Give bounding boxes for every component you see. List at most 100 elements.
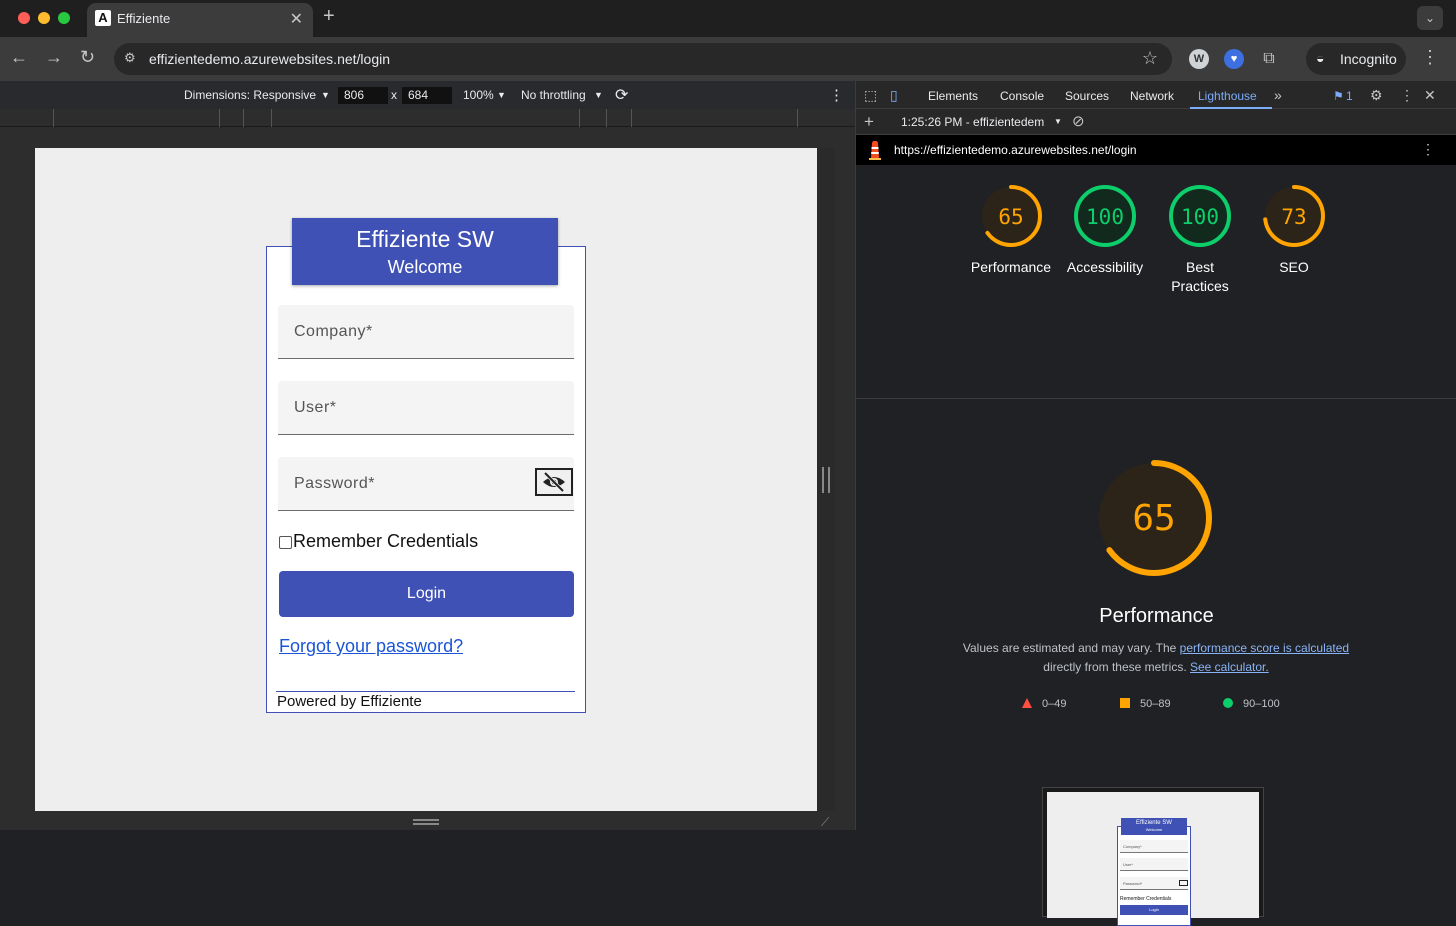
extension-w-icon[interactable]: W (1189, 49, 1209, 69)
address-bar[interactable]: ⚙ effizientedemo.azurewebsites.net/login… (114, 43, 1172, 75)
section-divider (856, 398, 1456, 399)
user-field[interactable]: User* (278, 381, 574, 435)
report-url[interactable]: https://effizientedemo.azurewebsites.net… (894, 143, 1137, 157)
performance-description: Values are estimated and may vary. The p… (916, 639, 1396, 677)
gauge-seo[interactable]: 73 SEO (1249, 183, 1339, 277)
throttling-chevron-icon[interactable]: ▼ (594, 90, 603, 100)
close-window-button[interactable] (18, 12, 30, 24)
throttling-dropdown[interactable]: No throttling (521, 88, 586, 102)
url-text[interactable]: effizientedemo.azurewebsites.net/login (149, 51, 390, 67)
score-performance-value: 65 (998, 205, 1023, 229)
thumb-title: Effiziente SW (1136, 820, 1172, 826)
see-calculator-link[interactable]: See calculator. (1190, 660, 1269, 674)
forward-arrow-icon[interactable]: → (45, 47, 63, 68)
tab-console[interactable]: Console (1000, 89, 1044, 103)
site-info-icon[interactable]: ⚙ (124, 50, 142, 68)
remember-checkbox[interactable] (279, 536, 292, 549)
dimensions-dropdown[interactable]: Dimensions: Responsive (184, 88, 316, 102)
emulated-page-viewport: Effiziente SW Welcome Company* User* Pas… (35, 148, 817, 811)
resize-corner-handle[interactable]: ⟋ (821, 815, 829, 830)
rotate-icon[interactable]: ⟳ (615, 85, 628, 105)
issues-icon[interactable]: ⚑ (1333, 89, 1344, 103)
issues-count[interactable]: 1 (1346, 89, 1353, 103)
width-input[interactable]: 806 (338, 87, 388, 104)
browser-menu-icon[interactable]: ⋮ (1421, 47, 1439, 68)
close-devtools-icon[interactable]: ✕ (1424, 87, 1436, 104)
more-tabs-icon[interactable]: » (1274, 87, 1282, 103)
device-toggle-icon[interactable]: ▯ (890, 87, 898, 104)
toggle-password-visibility-button[interactable] (535, 468, 573, 496)
gauge-accessibility[interactable]: 100 Accessibility (1060, 183, 1150, 277)
resize-width-handle[interactable] (822, 467, 830, 493)
zoom-dropdown[interactable]: 100% (463, 88, 494, 102)
forgot-password-link[interactable]: Forgot your password? (279, 636, 463, 657)
thumb-password-field: Password* (1120, 877, 1188, 890)
remember-label[interactable]: Remember Credentials (293, 531, 478, 552)
settings-gear-icon[interactable]: ⚙ (1370, 87, 1383, 104)
thumbnail-page: Effiziente SW Welcome Company* User* Pas… (1047, 792, 1259, 926)
close-tab-icon[interactable]: ✕ (290, 9, 303, 29)
back-arrow-icon[interactable]: ← (10, 47, 28, 68)
device-emulation-pane: Dimensions: Responsive ▼ 806 x 684 100% … (0, 81, 855, 830)
media-query-ruler[interactable] (0, 109, 855, 127)
incognito-chip[interactable]: ◒ Incognito (1306, 43, 1406, 75)
report-menu-icon[interactable]: ⋮ (1421, 141, 1435, 158)
extensions-puzzle-icon[interactable]: ⧉ (1259, 49, 1279, 69)
minimize-window-button[interactable] (38, 12, 50, 24)
clear-reports-icon[interactable]: ⊘ (1072, 112, 1085, 130)
gauge-ring-seo: 73 (1263, 185, 1325, 247)
resize-height-handle[interactable] (413, 819, 439, 825)
tab-network[interactable]: Network (1130, 89, 1174, 103)
tab-strip: A Effiziente ✕ + ⌄ (0, 0, 1456, 37)
password-placeholder: Password* (294, 475, 375, 492)
reload-icon[interactable]: ↻ (80, 47, 95, 68)
desc-text-2: directly from these metrics. (1043, 660, 1190, 674)
incognito-label: Incognito (1340, 51, 1397, 67)
welcome-subtitle: Welcome (387, 257, 463, 277)
tab-search-chevron-icon[interactable]: ⌄ (1417, 6, 1443, 30)
devtools-menu-icon[interactable]: ⋮ (1400, 87, 1414, 104)
gauge-performance[interactable]: 65 Performance (966, 183, 1056, 277)
gauge-best-practices[interactable]: 100 Best Practices (1155, 183, 1245, 296)
score-accessibility-value: 100 (1086, 205, 1124, 229)
performance-heading: Performance (1099, 605, 1214, 627)
thumb-remember: Remember Credentials (1120, 896, 1172, 902)
new-report-icon[interactable]: + (864, 112, 874, 132)
tab-lighthouse[interactable]: Lighthouse (1198, 89, 1257, 103)
device-toolbar-menu-icon[interactable]: ⋮ (829, 86, 844, 104)
report-selector[interactable]: 1:25:26 PM - effizientedem (901, 115, 1044, 129)
user-placeholder: User* (294, 399, 337, 416)
score-calculated-link[interactable]: performance score is calculated (1180, 641, 1349, 655)
company-field[interactable]: Company* (278, 305, 574, 359)
maximize-window-button[interactable] (58, 12, 70, 24)
login-card-header: Effiziente SW Welcome (292, 218, 558, 285)
browser-tab[interactable]: A Effiziente ✕ (87, 3, 313, 37)
powered-by-footer: Powered by Effiziente (277, 693, 422, 710)
fail-triangle-icon (1022, 698, 1032, 708)
thumb-header: Effiziente SW Welcome (1121, 818, 1187, 835)
gauge-label-accessibility: Accessibility (1066, 259, 1144, 275)
thumb-company-field: Company* (1120, 840, 1188, 853)
password-manager-icon[interactable]: ♥ (1224, 49, 1244, 69)
company-placeholder: Company* (294, 323, 373, 340)
zoom-chevron-icon[interactable]: ▼ (497, 90, 506, 100)
height-input[interactable]: 684 (402, 87, 452, 104)
browser-toolbar: ← → ↻ ⚙ effizientedemo.azurewebsites.net… (0, 37, 1456, 81)
new-tab-icon[interactable]: + (323, 5, 335, 28)
devtools-tab-bar: ⬚ ▯ Elements Console Sources Network Lig… (856, 81, 1456, 109)
gauge-label-best-practices: Best Practices (1171, 259, 1229, 294)
tab-elements[interactable]: Elements (928, 89, 978, 103)
lighthouse-toolbar: + 1:25:26 PM - effizientedem ▼ ⊘ (856, 109, 1456, 135)
tab-sources[interactable]: Sources (1065, 89, 1109, 103)
bookmark-star-icon[interactable]: ☆ (1142, 48, 1158, 69)
password-field[interactable]: Password* (278, 457, 574, 511)
inspect-element-icon[interactable]: ⬚ (864, 87, 877, 104)
final-screenshot-thumbnail[interactable]: Effiziente SW Welcome Company* User* Pas… (1042, 787, 1264, 926)
gauge-ring-performance: 65 (980, 185, 1042, 247)
average-square-icon (1120, 698, 1130, 708)
report-selector-chevron-icon[interactable]: ▼ (1054, 117, 1062, 126)
dimensions-chevron-icon[interactable]: ▼ (321, 90, 330, 100)
device-toolbar: Dimensions: Responsive ▼ 806 x 684 100% … (0, 81, 855, 109)
legend-pass: 90–100 (1223, 698, 1280, 710)
login-button[interactable]: Login (279, 571, 574, 617)
